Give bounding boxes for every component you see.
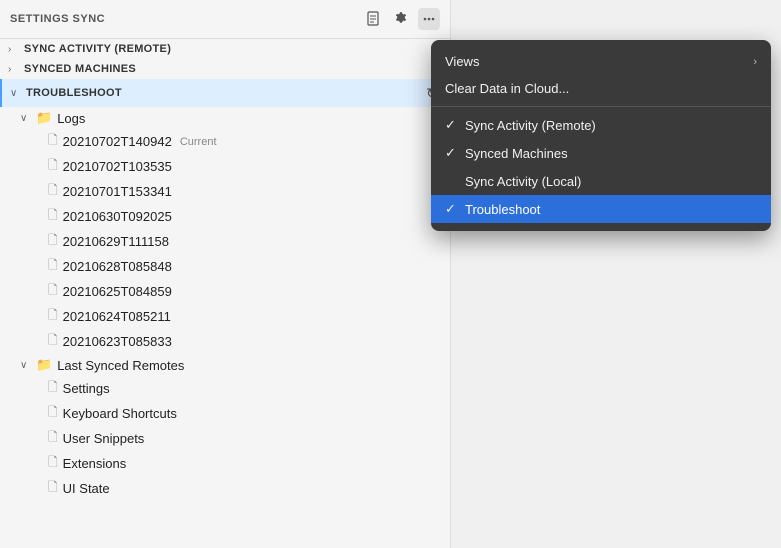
chevron-right-icon: › — [8, 64, 20, 75]
synced-remote-file-name: Extensions — [63, 456, 127, 471]
dropdown-sync-activity-remote-label: Sync Activity (Remote) — [465, 118, 757, 133]
settings-sync-panel: SETTINGS SYNC — [0, 0, 451, 548]
dropdown-views-item[interactable]: Views › — [431, 48, 771, 75]
check-icon: ✓ — [445, 117, 461, 133]
file-icon: 🗋 — [48, 281, 58, 302]
dropdown-sync-activity-local-label: Sync Activity (Local) — [465, 174, 757, 189]
dropdown-views-section: Views › Clear Data in Cloud... — [431, 44, 771, 107]
synced-remote-file-row[interactable]: 🗋 User Snippets — [0, 426, 450, 451]
troubleshoot-header-left: ∨ TROUBLESHOOT — [10, 87, 122, 99]
dropdown-menu: Views › Clear Data in Cloud... ✓ Sync Ac… — [431, 40, 771, 231]
gear-icon — [393, 11, 409, 27]
dropdown-troubleshoot-item[interactable]: ✓ Troubleshoot — [431, 195, 771, 223]
file-icon: 🗋 — [48, 156, 58, 177]
synced-remotes-folder-label: Last Synced Remotes — [57, 358, 184, 373]
log-file-row[interactable]: 🗋 20210702T103535 — [0, 154, 450, 179]
chevron-right-icon: › — [8, 44, 20, 55]
chevron-down-icon: ∨ — [10, 88, 22, 99]
chevron-down-icon: ∨ — [20, 360, 32, 371]
synced-remote-file-name: Keyboard Shortcuts — [63, 406, 177, 421]
file-icon: 🗋 — [48, 131, 58, 152]
synced-remote-file-row[interactable]: 🗋 Keyboard Shortcuts — [0, 401, 450, 426]
log-file-name: 20210628T085848 — [63, 259, 172, 274]
file-icon: 🗋 — [48, 256, 58, 277]
log-file-row[interactable]: 🗋 20210701T153341 — [0, 179, 450, 204]
open-editor-icon — [365, 11, 381, 27]
synced-remote-file-name: Settings — [63, 381, 110, 396]
submenu-arrow-icon: › — [753, 56, 757, 68]
synced-machines-label: SYNCED MACHINES — [24, 63, 136, 75]
logs-folder-row[interactable]: ∨ 📁 Logs — [0, 107, 450, 129]
file-icon: 🗋 — [48, 206, 58, 227]
chevron-down-icon: ∨ — [20, 113, 32, 124]
header-icons — [362, 8, 440, 30]
folder-icon: 📁 — [36, 357, 52, 373]
dropdown-clear-data-item[interactable]: Clear Data in Cloud... — [431, 75, 771, 102]
log-file-row[interactable]: 🗋 20210702T140942 Current — [0, 129, 450, 154]
synced-remotes-folder-row[interactable]: ∨ 📁 Last Synced Remotes — [0, 354, 450, 376]
log-file-name: 20210623T085833 — [63, 334, 172, 349]
panel-title: SETTINGS SYNC — [10, 13, 105, 25]
file-icon: 🗋 — [48, 453, 58, 474]
dropdown-views-label: Views — [445, 54, 753, 69]
log-file-row[interactable]: 🗋 20210630T092025 — [0, 204, 450, 229]
sidebar-item-troubleshoot[interactable]: ∨ TROUBLESHOOT ↻ — [0, 79, 450, 107]
file-icon: 🗋 — [48, 181, 58, 202]
dropdown-sync-activity-remote-item[interactable]: ✓ Sync Activity (Remote) — [431, 111, 771, 139]
dropdown-clear-data-label: Clear Data in Cloud... — [445, 81, 757, 96]
log-file-row[interactable]: 🗋 20210628T085848 — [0, 254, 450, 279]
panel-header: SETTINGS SYNC — [0, 0, 450, 39]
file-icon: 🗋 — [48, 231, 58, 252]
dropdown-sync-activity-local-item[interactable]: ✓ Sync Activity (Local) — [431, 167, 771, 195]
folder-icon: 📁 — [36, 110, 52, 126]
synced-remote-file-row[interactable]: 🗋 UI State — [0, 476, 450, 501]
more-actions-button[interactable] — [418, 8, 440, 30]
log-file-name: 20210630T092025 — [63, 209, 172, 224]
log-file-name: 20210629T111158 — [63, 234, 169, 249]
synced-remote-file-name: UI State — [63, 481, 110, 496]
check-icon: ✓ — [445, 201, 461, 217]
troubleshoot-tree: ∨ 📁 Logs 🗋 20210702T140942 Current 🗋 202… — [0, 107, 450, 501]
synced-remote-file-row[interactable]: 🗋 Extensions — [0, 451, 450, 476]
sidebar-item-synced-machines[interactable]: › SYNCED MACHINES — [0, 59, 450, 79]
log-file-name: 20210701T153341 — [63, 184, 172, 199]
log-file-name: 20210702T103535 — [63, 159, 172, 174]
file-icon: 🗋 — [48, 331, 58, 352]
file-icon: 🗋 — [48, 403, 58, 424]
dropdown-check-section: ✓ Sync Activity (Remote) ✓ Synced Machin… — [431, 107, 771, 227]
dropdown-synced-machines-item[interactable]: ✓ Synced Machines — [431, 139, 771, 167]
log-file-row[interactable]: 🗋 20210624T085211 — [0, 304, 450, 329]
dropdown-troubleshoot-label: Troubleshoot — [465, 202, 757, 217]
synced-remote-file-name: User Snippets — [63, 431, 145, 446]
log-file-name: 20210624T085211 — [63, 309, 171, 324]
log-file-row[interactable]: 🗋 20210629T111158 — [0, 229, 450, 254]
log-file-row[interactable]: 🗋 20210625T084859 — [0, 279, 450, 304]
settings-button[interactable] — [390, 8, 412, 30]
log-file-name: 20210702T140942 — [63, 134, 172, 149]
log-file-name: 20210625T084859 — [63, 284, 172, 299]
more-actions-icon — [421, 11, 437, 27]
troubleshoot-label: TROUBLESHOOT — [26, 87, 122, 99]
check-icon: ✓ — [445, 145, 461, 161]
sidebar-item-sync-activity-remote[interactable]: › SYNC ACTIVITY (REMOTE) — [0, 39, 450, 59]
dropdown-synced-machines-label: Synced Machines — [465, 146, 757, 161]
logs-folder-label: Logs — [57, 111, 85, 126]
synced-remote-file-row[interactable]: 🗋 Settings — [0, 376, 450, 401]
open-editor-button[interactable] — [362, 8, 384, 30]
file-icon: 🗋 — [48, 378, 58, 399]
log-file-row[interactable]: 🗋 20210623T085833 — [0, 329, 450, 354]
file-icon: 🗋 — [48, 478, 58, 499]
file-icon: 🗋 — [48, 306, 58, 327]
file-icon: 🗋 — [48, 428, 58, 449]
sync-activity-remote-label: SYNC ACTIVITY (REMOTE) — [24, 43, 171, 55]
current-badge: Current — [180, 136, 217, 148]
